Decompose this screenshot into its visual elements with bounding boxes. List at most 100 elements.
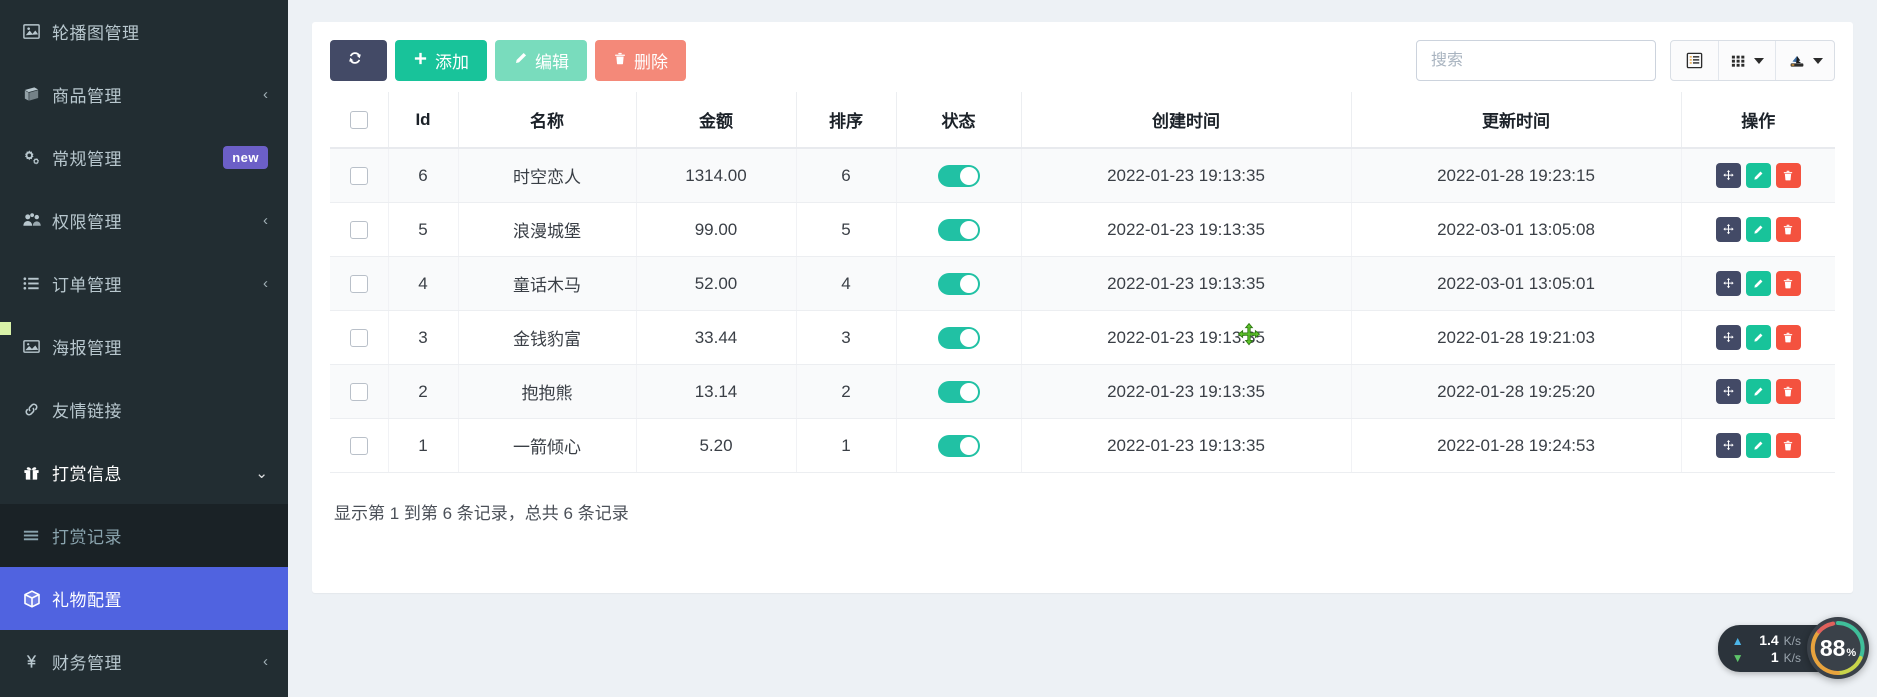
row-select-cell [330, 419, 388, 473]
cell-id: 4 [388, 257, 458, 311]
toolbar-right-group [1416, 40, 1835, 81]
move-action[interactable] [1716, 433, 1741, 458]
pencil-icon [513, 51, 528, 71]
delete-action[interactable] [1776, 163, 1801, 188]
download-speed-row: ▼ 1 K/s [1732, 649, 1801, 665]
sidebar-item-label: 轮播图管理 [52, 19, 260, 44]
table-row[interactable]: 6 时空恋人 1314.00 6 2022-01-23 19:13:35 202… [330, 148, 1835, 203]
cell-actions [1681, 148, 1835, 203]
row-checkbox[interactable] [350, 437, 368, 455]
cell-amount: 5.20 [636, 419, 796, 473]
cell-sort: 5 [796, 203, 896, 257]
col-status[interactable]: 状态 [896, 92, 1021, 148]
select-all-checkbox[interactable] [350, 111, 368, 129]
box-icon [22, 589, 52, 609]
delete-action[interactable] [1776, 433, 1801, 458]
bars-icon [22, 526, 52, 545]
edit-action[interactable] [1746, 433, 1771, 458]
chevron-down-icon: ⌄ [247, 464, 268, 482]
table-row[interactable]: 2 抱抱熊 13.14 2 2022-01-23 19:13:35 2022-0… [330, 365, 1835, 419]
status-toggle[interactable] [938, 273, 980, 295]
status-toggle[interactable] [938, 381, 980, 403]
status-toggle[interactable] [938, 435, 980, 457]
col-id[interactable]: Id [388, 92, 458, 148]
table-row[interactable]: 3 金钱豹富 33.44 3 2022-01-23 19:13:35 2022-… [330, 311, 1835, 365]
cell-created: 2022-01-23 19:13:35 [1021, 257, 1351, 311]
row-checkbox[interactable] [350, 383, 368, 401]
sidebar-item-label: 常规管理 [52, 145, 223, 170]
move-action[interactable] [1716, 271, 1741, 296]
edit-action[interactable] [1746, 271, 1771, 296]
cell-status [896, 419, 1021, 473]
table-row[interactable]: 1 一箭倾心 5.20 1 2022-01-23 19:13:35 2022-0… [330, 419, 1835, 473]
cell-status [896, 148, 1021, 203]
users-icon [22, 211, 52, 230]
row-checkbox[interactable] [350, 167, 368, 185]
sidebar-item-label: 打赏信息 [52, 460, 247, 485]
col-updated[interactable]: 更新时间 [1351, 92, 1681, 148]
toolbar-button-group: 添加 编辑 [330, 40, 686, 81]
export-icon[interactable] [1776, 41, 1834, 80]
delete-action[interactable] [1776, 325, 1801, 350]
sidebar-item-order[interactable]: 订单管理 ‹ [0, 252, 288, 315]
sidebar-item-permission[interactable]: 权限管理 ‹ [0, 189, 288, 252]
move-action[interactable] [1716, 163, 1741, 188]
status-toggle[interactable] [938, 219, 980, 241]
search-input[interactable] [1416, 40, 1656, 81]
row-checkbox[interactable] [350, 221, 368, 239]
sidebar-item-friendlink[interactable]: 友情链接 [0, 378, 288, 441]
sidebar-item-goods[interactable]: 商品管理 ‹ [0, 63, 288, 126]
delete-button[interactable]: 删除 [595, 40, 686, 81]
link-icon [22, 400, 52, 419]
edit-action[interactable] [1746, 379, 1771, 404]
cell-amount: 13.14 [636, 365, 796, 419]
cell-status [896, 203, 1021, 257]
grid-view-icon[interactable] [1719, 41, 1776, 80]
cell-updated: 2022-01-28 19:25:20 [1351, 365, 1681, 419]
edit-button[interactable]: 编辑 [495, 40, 587, 81]
cell-actions [1681, 203, 1835, 257]
cell-sort: 2 [796, 365, 896, 419]
sidebar-item-carousel[interactable]: 轮播图管理 [0, 0, 288, 63]
row-checkbox[interactable] [350, 275, 368, 293]
gift-table: Id 名称 金额 排序 状态 创建时间 更新时间 操作 6 时空恋人 [330, 92, 1835, 473]
table-row[interactable]: 5 浪漫城堡 99.00 5 2022-01-23 19:13:35 2022-… [330, 203, 1835, 257]
delete-action[interactable] [1776, 379, 1801, 404]
move-action[interactable] [1716, 217, 1741, 242]
col-created[interactable]: 创建时间 [1021, 92, 1351, 148]
sidebar-item-poster[interactable]: 海报管理 [0, 315, 288, 378]
cell-name: 一箭倾心 [458, 419, 636, 473]
delete-action[interactable] [1776, 271, 1801, 296]
add-button[interactable]: 添加 [395, 40, 487, 81]
sidebar-item-reward-records[interactable]: 打赏记录 [0, 504, 288, 567]
edit-action[interactable] [1746, 325, 1771, 350]
cpu-usage-gauge[interactable]: 88% [1807, 617, 1869, 679]
edit-action[interactable] [1746, 163, 1771, 188]
col-sort[interactable]: 排序 [796, 92, 896, 148]
sidebar-item-label: 订单管理 [52, 271, 255, 296]
sidebar-item-general[interactable]: 常规管理 new [0, 126, 288, 189]
refresh-icon [347, 50, 363, 71]
move-action[interactable] [1716, 379, 1741, 404]
refresh-button[interactable] [330, 40, 387, 81]
network-speed-widget[interactable]: ▲ 1.4 K/s ▼ 1 K/s [1718, 617, 1869, 679]
add-label: 添加 [435, 48, 469, 73]
delete-label: 删除 [634, 48, 668, 73]
move-action[interactable] [1716, 325, 1741, 350]
status-toggle[interactable] [938, 327, 980, 349]
status-toggle[interactable] [938, 165, 980, 187]
row-checkbox[interactable] [350, 329, 368, 347]
edit-label: 编辑 [535, 48, 569, 73]
sidebar-item-gift-config[interactable]: 礼物配置 [0, 567, 288, 630]
col-amount[interactable]: 金额 [636, 92, 796, 148]
col-name[interactable]: 名称 [458, 92, 636, 148]
cell-updated: 2022-03-01 13:05:08 [1351, 203, 1681, 257]
edit-action[interactable] [1746, 217, 1771, 242]
sidebar-item-finance[interactable]: 财务管理 ‹ [0, 630, 288, 693]
columns-toggle-icon[interactable] [1671, 41, 1719, 80]
sidebar-item-label: 海报管理 [52, 334, 260, 359]
sidebar-item-reward-info[interactable]: 打赏信息 ⌄ [0, 441, 288, 504]
list-icon [22, 274, 52, 293]
delete-action[interactable] [1776, 217, 1801, 242]
table-row[interactable]: 4 童话木马 52.00 4 2022-01-23 19:13:35 2022-… [330, 257, 1835, 311]
